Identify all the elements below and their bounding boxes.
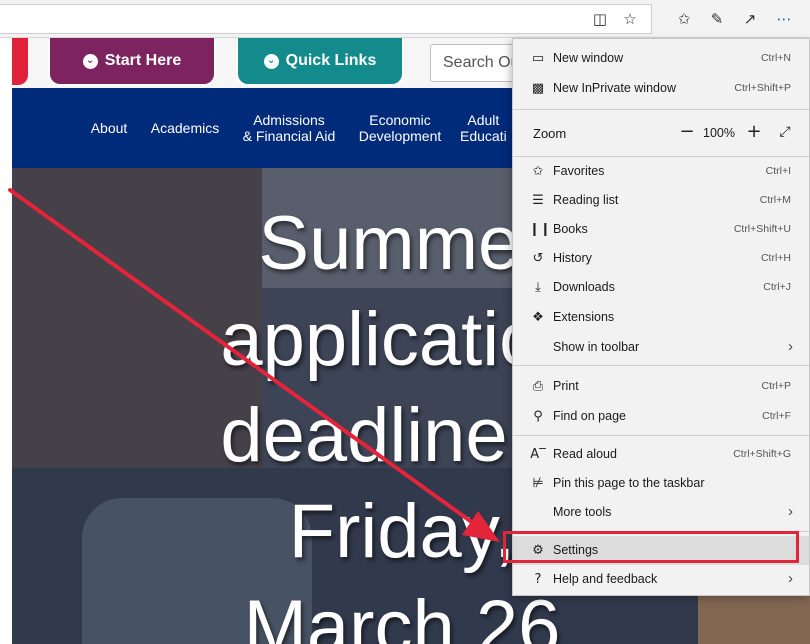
menu-item-shortcut: Ctrl+Shift+U <box>733 223 791 235</box>
history-icon: ↺ <box>532 251 544 266</box>
chevron-right-icon: › <box>788 570 793 587</box>
menu-item-label: Reading list <box>553 193 619 207</box>
start-here-label: Start Here <box>104 52 182 69</box>
menu-item-new-inprivate-window[interactable]: ▩ New InPrivate window Ctrl+Shift+P <box>513 74 809 103</box>
menu-item-print[interactable]: ⎙ Print Ctrl+P <box>513 372 809 401</box>
menu-item-label: History <box>553 251 592 265</box>
browser-more-menu: ▭ New window Ctrl+N ▩ New InPrivate wind… <box>512 38 810 596</box>
full-screen-icon[interactable]: ⤢ <box>773 120 797 144</box>
chevron-circle-icon: ⌄ <box>263 53 279 69</box>
read-aloud-icon: A‾ <box>530 447 546 462</box>
make-note-icon[interactable]: ✎ <box>706 8 728 30</box>
menu-item-shortcut: Ctrl+M <box>759 194 791 206</box>
zoom-out-icon[interactable]: − <box>675 120 699 144</box>
address-bar[interactable] <box>0 4 652 34</box>
chevron-right-icon: › <box>788 338 793 355</box>
zoom-level: 100% <box>703 126 735 140</box>
quick-links-button[interactable]: ⌄ Quick Links <box>236 38 404 86</box>
menu-item-label: New window <box>553 51 624 65</box>
help-icon: ? <box>534 572 542 587</box>
menu-item-label: Books <box>553 222 588 236</box>
menu-item-favorites[interactable]: ✩ Favorites Ctrl+I <box>513 157 809 186</box>
menu-item-reading-list[interactable]: ☰ Reading list Ctrl+M <box>513 186 809 215</box>
menu-item-read-aloud[interactable]: A‾ Read aloud Ctrl+Shift+G <box>513 440 809 469</box>
menu-item-shortcut: Ctrl+P <box>761 380 791 392</box>
menu-item-new-window[interactable]: ▭ New window Ctrl+N <box>513 44 809 73</box>
menu-item-label: Read aloud <box>553 447 617 461</box>
menu-item-label: Print <box>553 379 579 393</box>
zoom-label: Zoom <box>533 126 567 141</box>
search-icon: ⚲ <box>533 409 543 424</box>
menu-item-label: Find on page <box>553 409 626 423</box>
menu-item-label: Favorites <box>553 164 605 178</box>
menu-item-label: Help and feedback <box>553 572 658 586</box>
browser-toolbar: ◫ ☆ ✩ ✎ ↗ ⋯ <box>0 0 810 38</box>
menu-item-shortcut: Ctrl+Shift+P <box>734 82 791 94</box>
menu-item-books[interactable]: ❙❙ Books Ctrl+Shift+U <box>513 215 809 244</box>
menu-item-label: More tools <box>553 505 612 519</box>
menu-divider <box>513 109 809 110</box>
menu-item-shortcut: Ctrl+J <box>763 281 791 293</box>
menu-item-show-in-toolbar[interactable]: Show in toolbar › <box>513 333 809 362</box>
chevron-circle-icon: ⌄ <box>82 53 98 69</box>
inprivate-window-icon: ▩ <box>531 81 545 96</box>
menu-item-extensions[interactable]: ❖ Extensions <box>513 303 809 332</box>
nav-item-label: Adult Educati <box>460 112 507 144</box>
menu-item-shortcut: Ctrl+I <box>765 165 791 177</box>
nav-item-about[interactable]: About <box>84 88 134 168</box>
menu-item-label: Downloads <box>553 280 615 294</box>
pin-icon: ⊭ <box>532 476 544 491</box>
menu-item-help-and-feedback[interactable]: ? Help and feedback › <box>513 565 809 594</box>
zoom-in-icon[interactable]: + <box>742 120 766 144</box>
site-search-placeholder: Search Ou <box>443 54 520 71</box>
menu-item-shortcut: Ctrl+N <box>760 52 791 64</box>
menu-item-more-tools[interactable]: More tools › <box>513 498 809 527</box>
menu-item-shortcut: Ctrl+H <box>760 252 791 264</box>
chevron-right-icon: › <box>788 503 793 520</box>
reading-list-icon: ☰ <box>532 193 544 208</box>
quick-links-label: Quick Links <box>285 52 377 69</box>
menu-item-label: New InPrivate window <box>553 81 676 95</box>
window-icon: ▭ <box>531 51 545 66</box>
books-icon: ❙❙ <box>529 222 551 237</box>
nav-item-academics[interactable]: Academics <box>146 88 224 168</box>
menu-item-shortcut: Ctrl+F <box>762 410 791 422</box>
start-here-button[interactable]: ⌄ Start Here <box>48 38 216 86</box>
menu-divider <box>513 435 809 436</box>
menu-item-find-on-page[interactable]: ⚲ Find on page Ctrl+F <box>513 402 809 431</box>
nav-item-admissions[interactable]: Admissions & Financial Aid <box>236 88 342 168</box>
nav-item-economic-development[interactable]: Economic Development <box>354 88 446 168</box>
favorite-star-icon[interactable]: ☆ <box>619 8 641 30</box>
nav-item-label: Admissions & Financial Aid <box>242 112 336 144</box>
menu-item-label: Extensions <box>553 310 615 324</box>
favorites-hub-icon[interactable]: ✩ <box>673 8 695 30</box>
nav-item-label: Academics <box>150 120 220 136</box>
download-icon: ⤓ <box>535 280 541 295</box>
printer-icon: ⎙ <box>532 379 544 394</box>
menu-item-downloads[interactable]: ⤓ Downloads Ctrl+J <box>513 273 809 302</box>
red-header-tab[interactable] <box>12 38 28 85</box>
nav-item-label: About <box>90 120 128 136</box>
nav-item-label: Economic Development <box>358 112 442 144</box>
favorites-icon: ✩ <box>532 164 544 179</box>
menu-item-label: Pin this page to the taskbar <box>553 476 705 490</box>
menu-item-pin-to-taskbar[interactable]: ⊭ Pin this page to the taskbar <box>513 469 809 498</box>
extensions-icon: ❖ <box>532 310 544 325</box>
menu-zoom-row: Zoom − 100% + ⤢ <box>513 116 809 150</box>
share-icon[interactable]: ↗ <box>739 8 761 30</box>
settings-more-icon[interactable]: ⋯ <box>773 8 795 30</box>
menu-item-history[interactable]: ↺ History Ctrl+H <box>513 244 809 273</box>
reading-view-icon[interactable]: ◫ <box>589 8 611 30</box>
menu-item-shortcut: Ctrl+Shift+G <box>733 448 791 460</box>
menu-item-label: Show in toolbar <box>553 340 640 354</box>
annotation-highlight-box <box>503 531 799 563</box>
menu-divider <box>513 365 809 366</box>
